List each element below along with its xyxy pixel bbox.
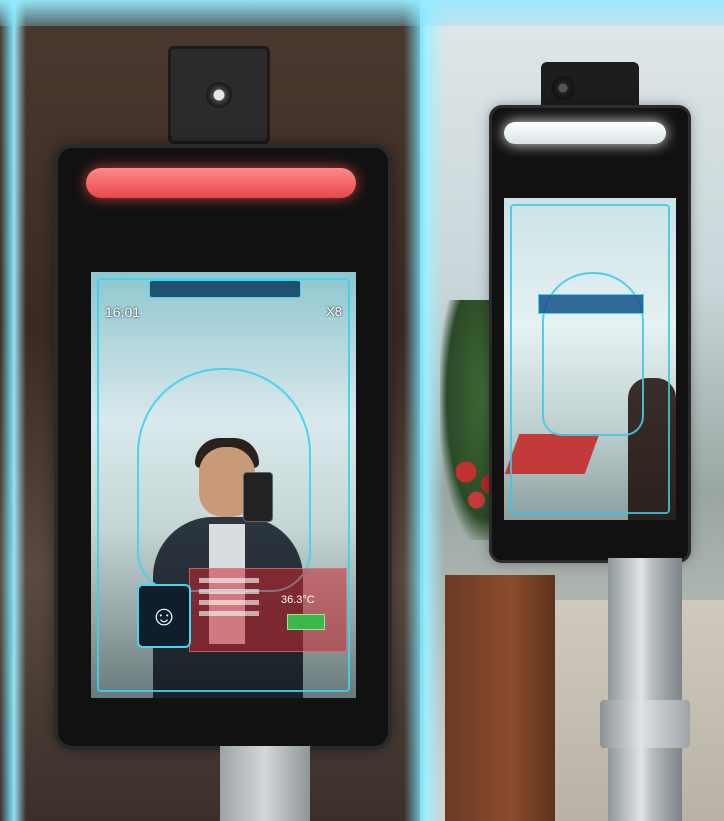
face-avatar-icon: ☺ [137, 584, 191, 648]
face-recognition-terminal-left: 16:01 X8 ☺ 36.3°C [58, 148, 388, 746]
info-line [199, 578, 259, 583]
stand-pole-right [608, 558, 682, 821]
temperature-reading: 36.3°C [281, 594, 315, 606]
pole-clamp [600, 700, 690, 748]
camera-icon [551, 76, 575, 100]
stand-pole-left [220, 746, 310, 821]
terminal-screen-right [504, 198, 676, 520]
led-light-bar-white [504, 122, 666, 144]
device-model: X8 [326, 304, 342, 319]
info-line [199, 589, 259, 594]
camera-icon [206, 82, 232, 108]
screen-banner [149, 280, 301, 298]
photo-scene: 16:01 X8 ☺ 36.3°C [0, 0, 724, 821]
glow-frame-top [0, 0, 724, 26]
pass-indicator [287, 614, 325, 630]
terminal-screen-left: 16:01 X8 ☺ 36.3°C [91, 272, 356, 698]
glow-frame-center [404, 0, 444, 821]
screen-clock: 16:01 [105, 304, 141, 320]
glow-frame-left [0, 0, 26, 821]
screen-hud-frame [510, 204, 670, 514]
info-text-lines [199, 578, 259, 622]
info-line [199, 611, 259, 616]
face-recognition-terminal-right [492, 108, 688, 560]
led-light-bar-red [86, 168, 356, 198]
info-line [199, 600, 259, 605]
wooden-cabinet [445, 575, 555, 821]
camera-module-left [168, 46, 270, 144]
